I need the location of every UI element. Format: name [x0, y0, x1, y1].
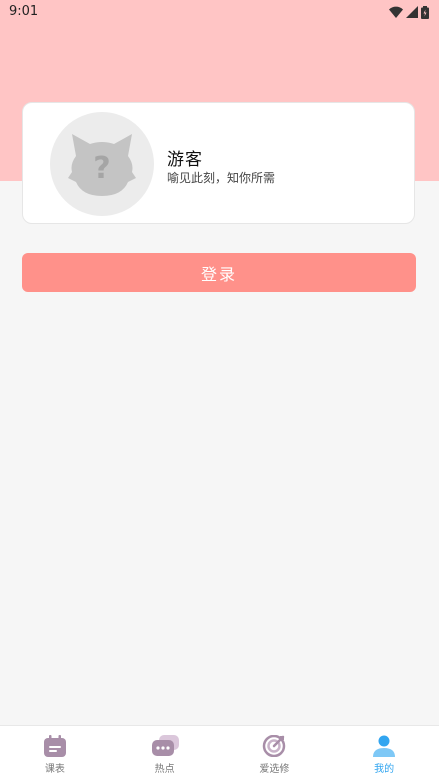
wifi-icon	[389, 6, 403, 18]
calendar-icon	[43, 735, 66, 757]
tab-mine[interactable]: 我的	[329, 726, 439, 780]
status-bar: 9:01	[0, 0, 439, 24]
login-button[interactable]: 登录	[22, 253, 416, 292]
signal-icon	[406, 6, 418, 18]
profile-screen: 9:01 ? 游客 喻见此刻，知你所需 登录 课表 热点 爱选修 我的	[0, 0, 439, 780]
user-name: 游客	[167, 150, 203, 170]
tab-electives-label: 爱选修	[259, 764, 290, 775]
status-icons	[389, 5, 429, 19]
tab-hot[interactable]: 热点	[110, 726, 220, 780]
status-time: 9:01	[9, 4, 39, 19]
tab-schedule-label: 课表	[44, 764, 65, 775]
tab-mine-label: 我的	[374, 764, 395, 775]
user-tagline: 喻见此刻，知你所需	[167, 171, 276, 185]
bottom-nav: 课表 热点 爱选修 我的	[0, 725, 439, 780]
svg-text:?: ?	[93, 151, 110, 186]
profile-card: ? 游客 喻见此刻，知你所需	[22, 102, 415, 224]
unknown-user-cat-icon: ?	[68, 134, 136, 196]
battery-icon	[421, 5, 429, 19]
target-icon	[263, 735, 286, 757]
person-icon	[373, 735, 396, 757]
chat-bubbles-icon	[151, 735, 179, 756]
tab-electives[interactable]: 爱选修	[220, 726, 330, 780]
tab-hot-label: 热点	[154, 764, 175, 775]
tab-schedule[interactable]: 课表	[0, 726, 110, 780]
avatar[interactable]: ?	[50, 112, 154, 216]
